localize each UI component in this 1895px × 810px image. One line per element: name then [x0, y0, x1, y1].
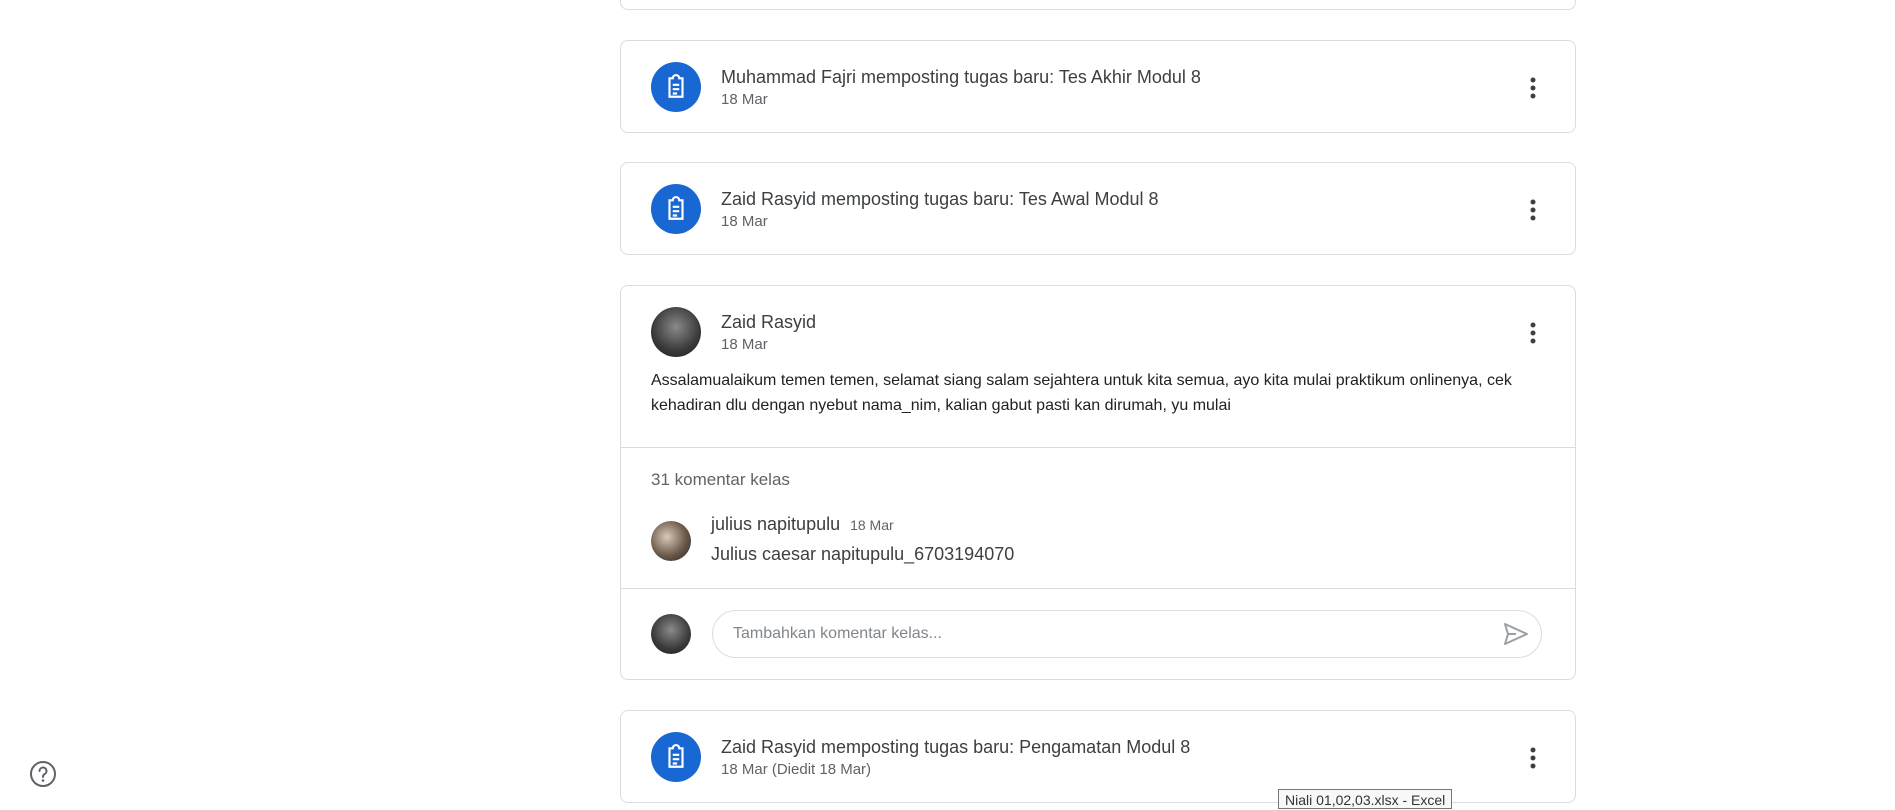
more-vert-icon[interactable]: [1519, 744, 1547, 772]
assignment-post-card[interactable]: Zaid Rasyid memposting tugas baru: Tes A…: [620, 162, 1576, 255]
announcement-card: Zaid Rasyid 18 Mar Assalamualaikum temen…: [620, 285, 1576, 680]
author-avatar: [651, 307, 701, 357]
divider: [621, 588, 1575, 589]
assignment-icon: [651, 184, 701, 234]
comment-author: julius napitupulu: [711, 514, 841, 534]
assignment-post-card[interactable]: Muhammad Fajri memposting tugas baru: Te…: [620, 40, 1576, 133]
comment-author-line: julius napitupulu 18 Mar: [711, 514, 894, 535]
more-vert-icon[interactable]: [1519, 196, 1547, 224]
post-title[interactable]: Muhammad Fajri memposting tugas baru: Te…: [721, 67, 1201, 88]
commenter-avatar: [651, 521, 691, 561]
post-title[interactable]: Zaid Rasyid memposting tugas baru: Tes A…: [721, 189, 1159, 210]
comment-input[interactable]: [712, 610, 1542, 658]
announcement-author: Zaid Rasyid: [721, 312, 817, 332]
assignment-icon: [651, 62, 701, 112]
assignment-icon: [651, 732, 701, 782]
previous-post-card: [620, 0, 1576, 10]
comment-count-link[interactable]: 31 komentar kelas: [651, 470, 790, 490]
divider: [621, 447, 1575, 448]
post-date: 18 Mar: [721, 213, 768, 230]
comment-text: Julius caesar napitupulu_6703194070: [711, 544, 1015, 564]
announcement-body: Assalamualaikum temen temen, selamat sia…: [651, 372, 1512, 414]
send-icon[interactable]: [1500, 618, 1532, 650]
announcement-date: 18 Mar: [721, 336, 768, 353]
current-user-avatar: [651, 614, 691, 654]
taskbar-tooltip: Niali 01,02,03.xlsx - Excel: [1278, 789, 1453, 809]
post-title[interactable]: Zaid Rasyid memposting tugas baru: Penga…: [721, 737, 1190, 758]
post-date: 18 Mar: [721, 91, 768, 108]
help-icon[interactable]: [29, 760, 57, 788]
more-vert-icon[interactable]: [1519, 74, 1547, 102]
post-date: 18 Mar (Diedit 18 Mar): [721, 761, 872, 778]
comment-date: 18 Mar: [850, 517, 894, 533]
more-vert-icon[interactable]: [1519, 319, 1547, 347]
